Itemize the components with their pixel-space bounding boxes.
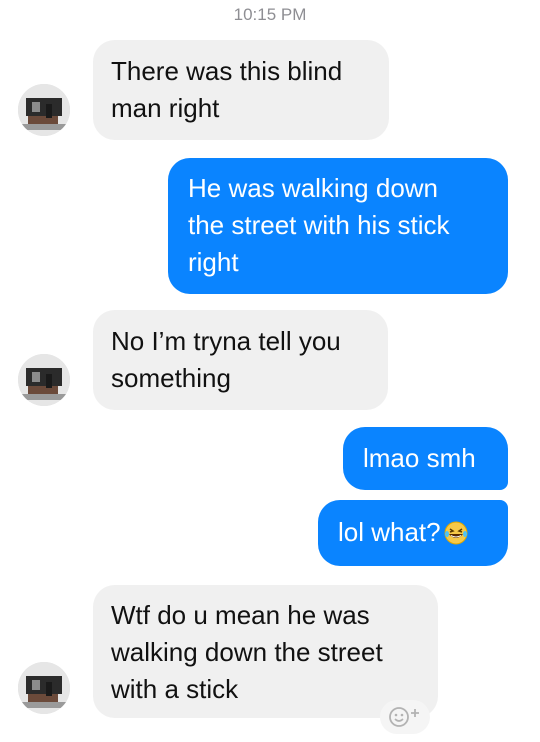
message-text: lol what? bbox=[338, 517, 441, 547]
message-bubble-incoming[interactable]: There was this blind man right bbox=[93, 40, 389, 140]
avatar-photo-icon bbox=[18, 354, 70, 406]
avatar-photo-icon bbox=[18, 662, 70, 714]
sender-avatar[interactable] bbox=[18, 354, 70, 406]
message-bubble-incoming[interactable]: No I’m tryna tell you something bbox=[93, 310, 388, 410]
sender-avatar[interactable] bbox=[18, 662, 70, 714]
message-bubble-incoming[interactable]: Wtf do u mean he was walking down the st… bbox=[93, 585, 438, 718]
message-bubble-outgoing[interactable]: He was walking down the street with his … bbox=[168, 158, 508, 294]
avatar-photo-icon bbox=[18, 84, 70, 136]
sender-avatar[interactable] bbox=[18, 84, 70, 136]
tears-of-joy-emoji-icon bbox=[444, 521, 468, 545]
add-reaction-icon bbox=[389, 707, 419, 727]
add-reaction-button[interactable] bbox=[380, 700, 430, 734]
message-bubble-outgoing[interactable]: lol what? bbox=[318, 500, 508, 566]
message-bubble-outgoing[interactable]: lmao smh bbox=[343, 427, 508, 490]
timestamp: 10:15 PM bbox=[233, 5, 307, 24]
